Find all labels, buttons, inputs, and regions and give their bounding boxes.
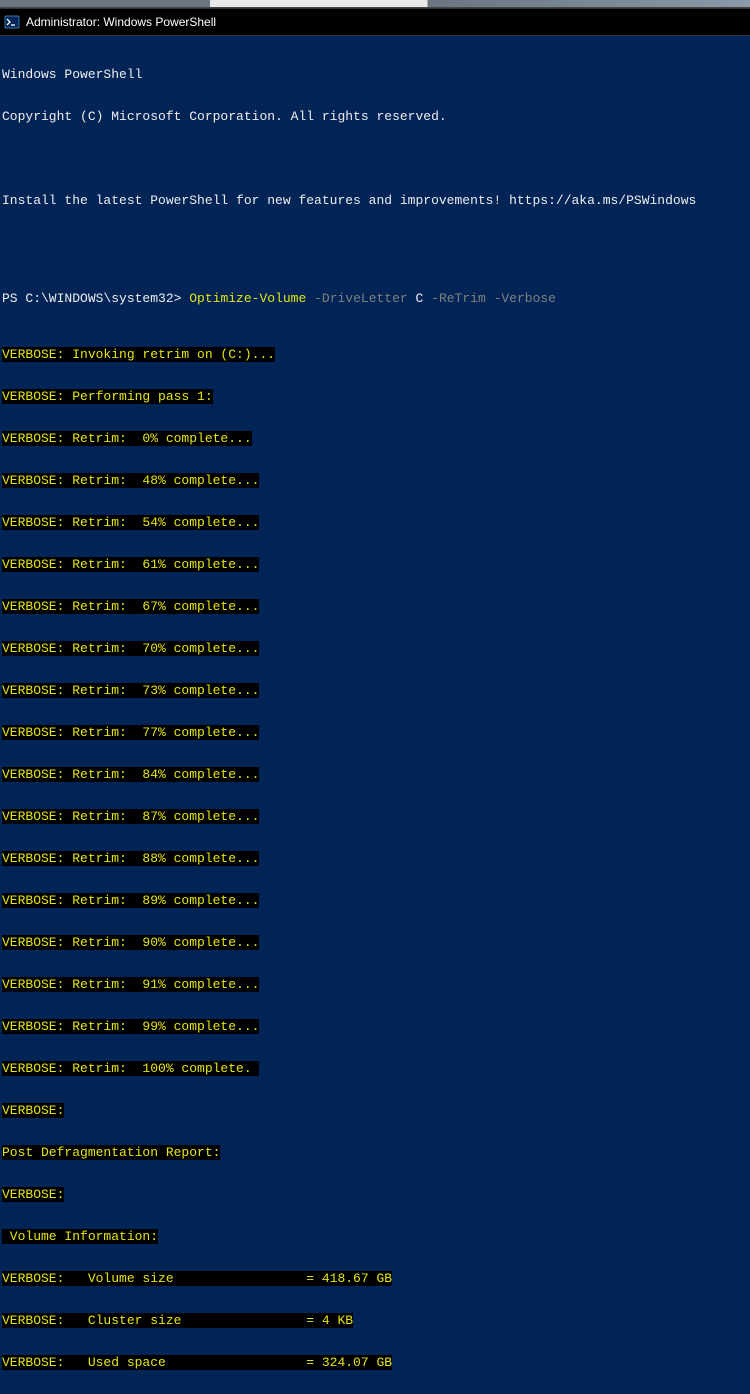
prompt-text: PS C:\WINDOWS\system32> [2,291,181,306]
verbose-progress: VERBOSE: Retrim: 0% complete... [2,432,748,446]
verbose-progress: VERBOSE: Retrim: 84% complete... [2,768,748,782]
verbose-progress: VERBOSE: Retrim: 77% complete... [2,726,748,740]
verbose-progress: VERBOSE: Retrim: 89% complete... [2,894,748,908]
param: -Verbose [494,291,556,306]
verbose-progress: VERBOSE: Retrim: 54% complete... [2,516,748,530]
titlebar[interactable]: Administrator: Windows PowerShell [0,8,750,36]
header-line: Install the latest PowerShell for new fe… [2,194,748,208]
powershell-window: Administrator: Windows PowerShell Window… [0,0,750,697]
verbose-progress: VERBOSE: Retrim: 73% complete... [2,684,748,698]
verbose-progress: VERBOSE: Retrim: 88% complete... [2,852,748,866]
verbose-progress: VERBOSE: Retrim: 67% complete... [2,600,748,614]
arg: C [416,291,424,306]
verbose-stat: VERBOSE: Used space = 324.07 GB [2,1356,748,1370]
header-line: Windows PowerShell [2,68,748,82]
verbose-progress: VERBOSE: Retrim: 61% complete... [2,558,748,572]
blank-line [2,152,748,166]
verbose-report: Post Defragmentation Report: [2,1146,748,1160]
titlebar-text: Administrator: Windows PowerShell [26,15,216,29]
powershell-icon [4,14,20,30]
verbose-progress: VERBOSE: Retrim: 99% complete... [2,1020,748,1034]
verbose-progress: VERBOSE: Retrim: 87% complete... [2,810,748,824]
verbose-progress: VERBOSE: Retrim: 91% complete... [2,978,748,992]
verbose-line: VERBOSE: Invoking retrim on (C:)... [2,348,748,362]
command-name: Optimize-Volume [189,291,306,306]
param: -ReTrim [431,291,486,306]
background-edge [0,0,750,8]
command-line: PS C:\WINDOWS\system32> Optimize-Volume … [2,292,748,306]
verbose-volinfo: Volume Information: [2,1230,748,1244]
header-line: Copyright (C) Microsoft Corporation. All… [2,110,748,124]
blank-line [2,236,748,250]
verbose-line: VERBOSE: [2,1104,748,1118]
verbose-progress: VERBOSE: Retrim: 48% complete... [2,474,748,488]
verbose-stat: VERBOSE: Cluster size = 4 KB [2,1314,748,1328]
verbose-progress: VERBOSE: Retrim: 100% complete. [2,1062,748,1076]
verbose-stat: VERBOSE: Volume size = 418.67 GB [2,1272,748,1286]
verbose-progress: VERBOSE: Retrim: 70% complete... [2,642,748,656]
verbose-progress: VERBOSE: Retrim: 90% complete... [2,936,748,950]
verbose-line: VERBOSE: Performing pass 1: [2,390,748,404]
param: -DriveLetter [314,291,408,306]
verbose-line: VERBOSE: [2,1188,748,1202]
terminal-body[interactable]: Windows PowerShell Copyright (C) Microso… [0,36,750,1394]
